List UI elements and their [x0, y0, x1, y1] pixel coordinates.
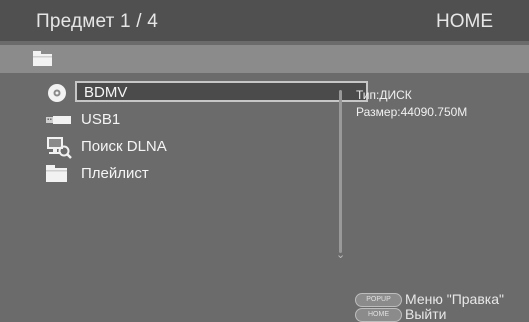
key-hints: POPUP Меню "Правка" HOME Выйти — [355, 291, 529, 322]
info-size: Размер:44090.750M — [356, 105, 468, 119]
popup-key-icon: POPUP — [355, 293, 402, 307]
list-item-dlna-search[interactable]: Поиск DLNA — [46, 135, 336, 159]
list-item-label: Поиск DLNA — [81, 138, 167, 155]
path-bar — [0, 45, 529, 73]
folder-icon — [46, 164, 74, 184]
dlna-search-icon — [46, 137, 74, 159]
list-item-label: Плейлист — [81, 165, 149, 182]
list-item-label: USB1 — [81, 111, 121, 128]
media-list: BDMV USB1 Поиск DLNA Плейлист — [46, 81, 368, 189]
chevron-down-icon: ⌄ — [336, 249, 346, 261]
popup-hint-text: Меню "Правка" — [405, 291, 504, 307]
list-item-label: BDMV — [84, 84, 128, 101]
list-item-bdmv[interactable]: BDMV — [46, 81, 368, 105]
scrollbar[interactable]: ⌄ — [336, 90, 346, 261]
header-bar: Предмет 1 / 4 HOME — [0, 0, 529, 41]
list-item-usb1[interactable]: USB1 — [46, 108, 336, 132]
popup-hint: POPUP Меню "Правка" — [355, 291, 529, 307]
folder-icon — [33, 51, 52, 71]
usb-icon — [46, 110, 74, 130]
list-item-playlist[interactable]: Плейлист — [46, 162, 336, 186]
home-hint-text: Выйти — [405, 306, 447, 322]
home-key-icon: HOME — [355, 308, 402, 322]
home-label: HOME — [436, 11, 493, 32]
item-counter-title: Предмет 1 / 4 — [36, 11, 159, 32]
home-hint: HOME Выйти — [355, 306, 529, 322]
info-type: Тип:ДИСК — [356, 88, 412, 102]
disc-icon — [46, 83, 74, 103]
item-info-panel: Тип:ДИСК Размер:44090.750M — [356, 88, 467, 122]
scrollbar-track — [339, 90, 342, 253]
